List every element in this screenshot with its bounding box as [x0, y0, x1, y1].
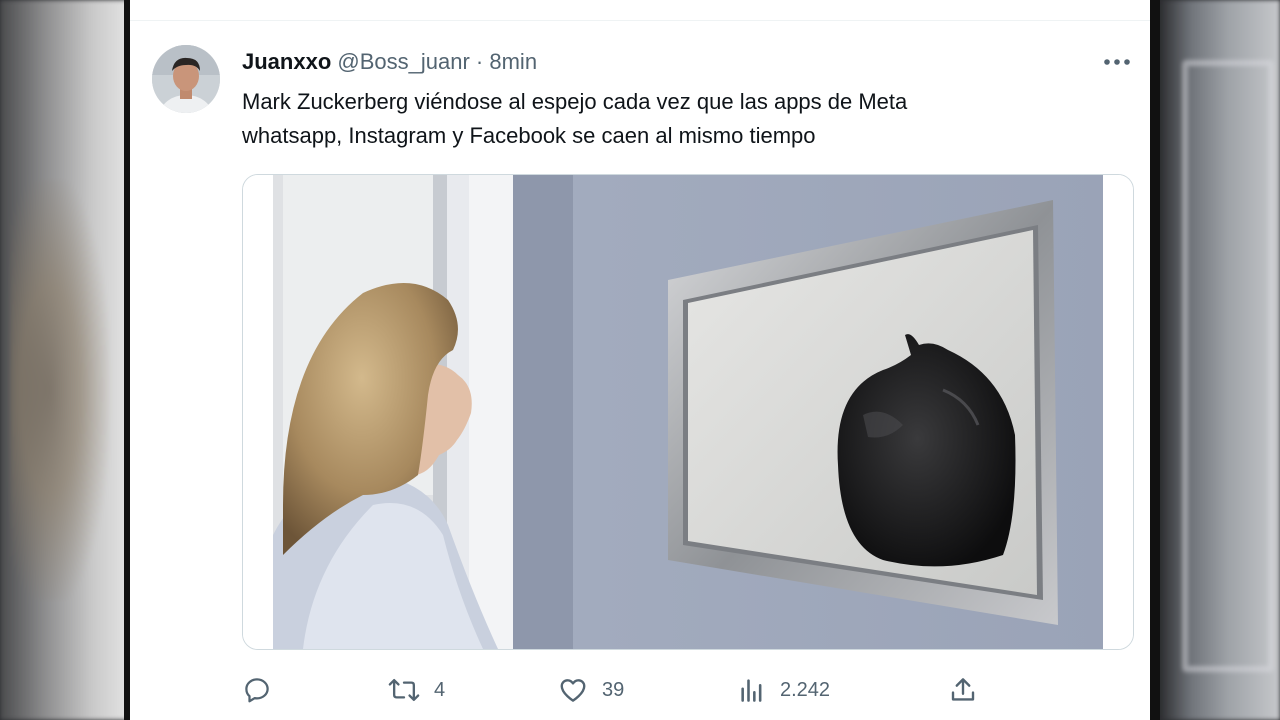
more-options-icon[interactable]: [1102, 51, 1132, 73]
tweet-text-line: whatsapp, Instagram y Facebook se caen a…: [242, 123, 816, 148]
meme-photo: [243, 175, 1133, 649]
views-button[interactable]: 2.242: [738, 670, 830, 710]
avatar[interactable]: [152, 45, 220, 113]
views-icon: [741, 679, 762, 702]
reply-icon: [245, 678, 269, 703]
tweet-text: Mark Zuckerberg viéndose al espejo cada …: [242, 85, 1102, 153]
views-count: 2.242: [780, 678, 831, 701]
share-icon: [951, 678, 975, 701]
timestamp[interactable]: 8min: [489, 49, 537, 74]
divider: [130, 20, 1150, 21]
heart-icon: [560, 679, 586, 702]
tweet-media-image[interactable]: [242, 174, 1134, 650]
frame-edge-right: [1150, 0, 1160, 720]
background-blur-right: [1152, 0, 1280, 720]
retweet-icon: [388, 678, 420, 702]
like-count: 39: [602, 678, 625, 701]
tweet-actions: 4 39 2.242: [242, 670, 1122, 710]
like-button[interactable]: 39: [558, 670, 624, 710]
share-button[interactable]: [948, 670, 1012, 710]
reply-button[interactable]: [242, 670, 306, 710]
retweet-count: 4: [434, 678, 446, 701]
tweet-card[interactable]: Juanxxo @Boss_juanr · 8min Mark Zuckerbe…: [130, 0, 1150, 720]
tweet-text-line: Mark Zuckerberg viéndose al espejo cada …: [242, 89, 908, 114]
separator-dot: ·: [475, 49, 484, 74]
tweet-header: Juanxxo @Boss_juanr · 8min: [242, 48, 537, 76]
display-name[interactable]: Juanxxo: [242, 49, 331, 74]
avatar-image: [152, 45, 220, 113]
user-handle[interactable]: @Boss_juanr: [337, 49, 469, 74]
background-blur-left: [0, 0, 132, 720]
retweet-button[interactable]: 4: [388, 670, 454, 710]
